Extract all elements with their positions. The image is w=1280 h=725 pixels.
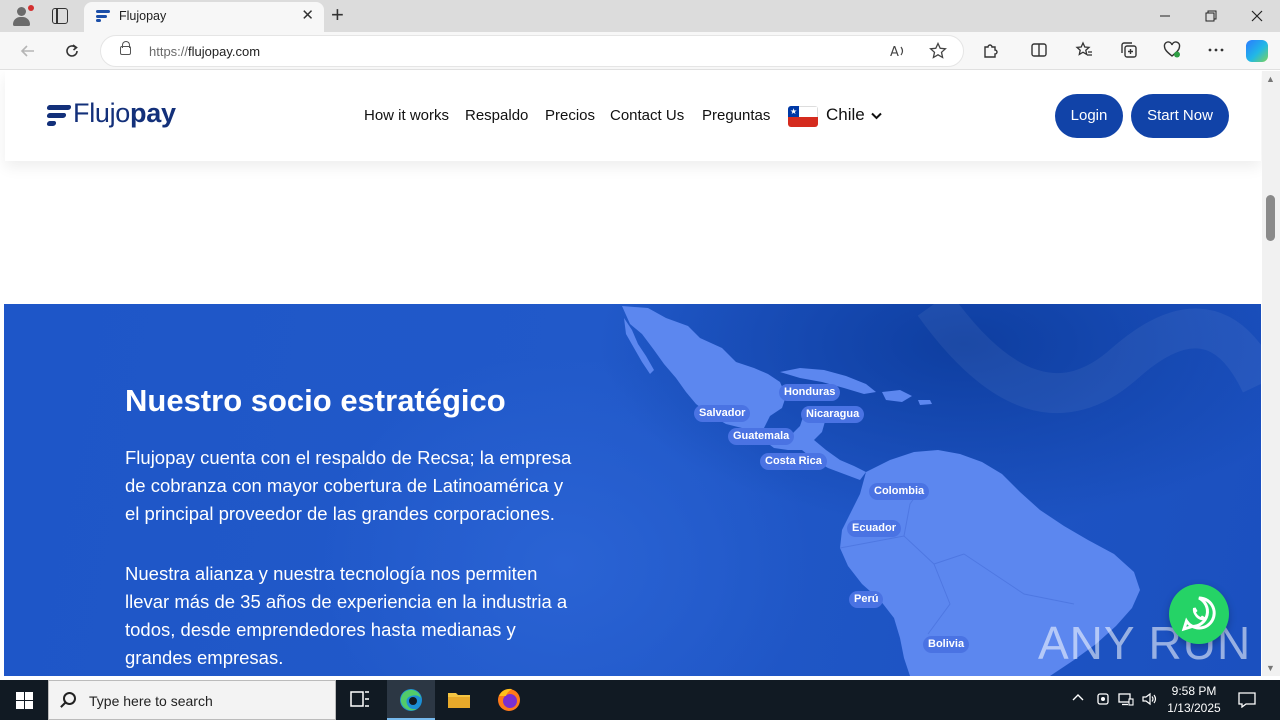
url-bar[interactable]: https://flujopay.com A <box>100 35 964 67</box>
browser-titlebar: Flujopay ✕ + <box>0 0 1280 32</box>
notifications-icon[interactable] <box>1238 692 1256 711</box>
page-viewport: Flujopay How it works Respaldo Precios C… <box>0 71 1280 676</box>
browser-essentials-icon[interactable] <box>1160 41 1184 65</box>
nav-respaldo[interactable]: Respaldo <box>465 107 528 124</box>
map-label-costa-rica: Costa Rica <box>760 453 827 470</box>
scroll-down-arrow-icon[interactable]: ▼ <box>1266 663 1275 673</box>
map-label-guatemala: Guatemala <box>728 428 795 445</box>
nav-how-it-works[interactable]: How it works <box>364 107 449 124</box>
section-title: Nuestro socio estratégico <box>125 383 506 418</box>
map-label-nicaragua: Nicaragua <box>801 406 865 423</box>
chevron-down-icon[interactable] <box>871 109 882 123</box>
windows-start-icon[interactable] <box>16 692 33 709</box>
map-label-ecuador: Ecuador <box>847 520 902 537</box>
network-icon[interactable] <box>1118 692 1134 709</box>
flujopay-favicon-icon <box>96 10 110 22</box>
clock-date: 1/13/2025 <box>1167 701 1221 715</box>
country-selector[interactable]: Chile <box>826 105 865 125</box>
task-view-icon[interactable] <box>336 680 384 720</box>
favorites-icon[interactable] <box>1072 41 1096 65</box>
map-label-peru: Perú <box>849 591 884 608</box>
paragraph-1-line: de cobranza con mayor cobertura de Latin… <box>125 475 564 496</box>
back-button[interactable] <box>16 39 40 63</box>
site-header: Flujopay How it works Respaldo Precios C… <box>5 71 1261 161</box>
map-label-colombia: Colombia <box>869 483 930 500</box>
extensions-icon[interactable] <box>979 41 1003 65</box>
refresh-button[interactable] <box>60 39 84 63</box>
map-label-bolivia: Bolivia <box>923 636 970 653</box>
browser-tab-flujopay[interactable]: Flujopay ✕ <box>84 2 324 32</box>
close-window-button[interactable] <box>1234 0 1280 32</box>
read-aloud-icon[interactable]: A <box>889 42 907 65</box>
paragraph-2-line: Nuestra alianza y nuestra tecnología nos… <box>125 563 538 584</box>
new-tab-button[interactable]: + <box>331 3 344 27</box>
clock-time: 9:58 PM <box>1171 684 1217 698</box>
search-icon <box>63 692 76 705</box>
scrollbar-thumb[interactable] <box>1266 195 1275 241</box>
nav-contact-us[interactable]: Contact Us <box>610 107 684 124</box>
map-label-honduras: Honduras <box>779 384 841 401</box>
profile-icon[interactable] <box>8 4 34 28</box>
lock-icon[interactable] <box>120 41 131 55</box>
whatsapp-button[interactable] <box>1169 584 1229 644</box>
url-text[interactable]: https://flujopay.com <box>149 44 260 59</box>
logo-text-light: Flujo <box>73 98 131 128</box>
paragraph-1-line: Flujopay cuenta con el respaldo de Recsa… <box>125 447 572 468</box>
paragraph-1-line: el principal proveedor de las grandes co… <box>125 503 555 524</box>
paragraph-2-line: grandes empresas. <box>125 647 284 668</box>
flujopay-logo-icon <box>46 103 72 127</box>
copilot-icon[interactable] <box>1246 40 1268 62</box>
meet-now-icon[interactable] <box>1096 692 1110 709</box>
more-options-icon[interactable] <box>1204 41 1228 65</box>
chile-flag-icon[interactable]: ★ <box>788 106 818 127</box>
paragraph-2-line: llevar más de 35 años de experiencia en … <box>125 591 568 612</box>
taskbar-search-box[interactable]: Type here to search <box>48 680 336 720</box>
svg-text:A: A <box>890 45 899 60</box>
show-hidden-icons-icon[interactable] <box>1072 692 1084 707</box>
restore-button[interactable] <box>1188 0 1234 32</box>
volume-icon[interactable] <box>1142 692 1158 709</box>
split-screen-icon[interactable] <box>1027 41 1051 65</box>
whatsapp-icon <box>1181 596 1216 632</box>
windows-taskbar: Type here to search 9:58 PM 1/13/2025 <box>0 680 1280 720</box>
firefox-icon[interactable] <box>485 680 533 720</box>
nav-precios[interactable]: Precios <box>545 107 595 124</box>
tab-actions-icon[interactable] <box>52 8 68 24</box>
collections-icon[interactable] <box>1117 41 1141 65</box>
logo-text-bold: pay <box>130 98 176 128</box>
file-explorer-icon[interactable] <box>435 680 483 720</box>
login-button[interactable]: Login <box>1055 94 1123 138</box>
favorite-star-icon[interactable] <box>929 41 947 65</box>
nav-preguntas[interactable]: Preguntas <box>702 107 770 124</box>
flujopay-logo[interactable]: Flujopay <box>46 98 197 133</box>
tab-close-icon[interactable]: ✕ <box>301 8 314 24</box>
search-placeholder: Type here to search <box>89 693 213 709</box>
address-toolbar: https://flujopay.com A <box>0 32 1280 70</box>
edge-taskbar-icon[interactable] <box>387 680 435 720</box>
page-scrollbar[interactable]: ▲ ▼ <box>1262 71 1280 676</box>
start-now-button[interactable]: Start Now <box>1131 94 1229 138</box>
paragraph-2-line: todos, desde emprendedores hasta mediana… <box>125 619 516 640</box>
taskbar-clock[interactable]: 9:58 PM 1/13/2025 <box>1158 683 1230 717</box>
map-label-salvador: Salvador <box>694 405 751 422</box>
tab-title: Flujopay <box>119 9 167 23</box>
scroll-up-arrow-icon[interactable]: ▲ <box>1266 74 1275 84</box>
minimize-button[interactable] <box>1142 0 1188 32</box>
